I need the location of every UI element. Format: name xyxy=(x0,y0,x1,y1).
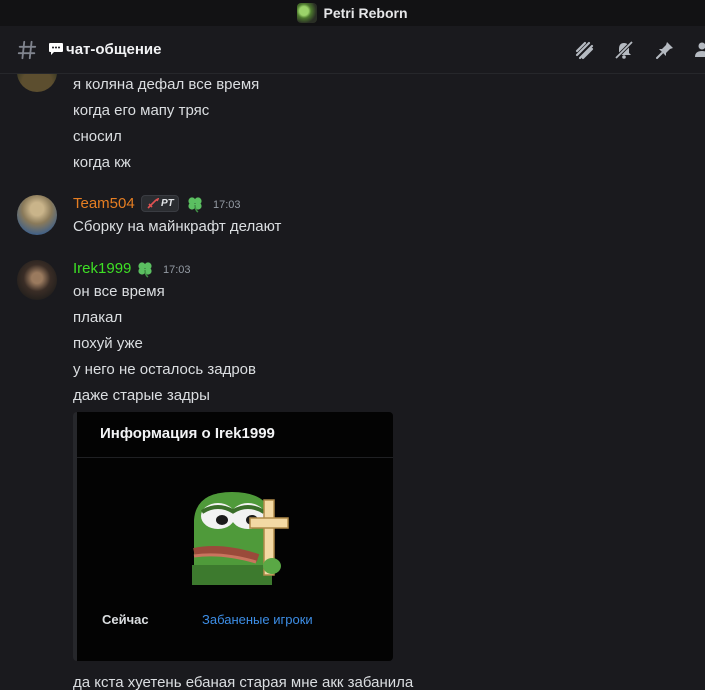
pin-icon[interactable] xyxy=(655,40,675,60)
message-line: у него не осталось задров xyxy=(73,361,256,378)
hash-icon xyxy=(17,40,37,60)
clover-icon xyxy=(188,197,202,213)
mute-bell-icon[interactable] xyxy=(614,40,634,60)
embed-title: Информация о Irek1999 xyxy=(100,425,275,442)
message-line: да кста хуетень ебаная старая мне акк за… xyxy=(73,674,414,690)
sword-icon xyxy=(147,197,159,209)
embed-field-banned-link[interactable]: Забаненые игроки xyxy=(202,612,313,627)
message-line: я коляна дефал все время xyxy=(73,76,260,93)
timestamp: 17:03 xyxy=(163,264,191,276)
author-name[interactable]: Irek1999 xyxy=(73,260,131,277)
embed-divider xyxy=(77,457,393,458)
message-line: даже старые задры xyxy=(73,387,210,404)
author-name[interactable]: Team504 xyxy=(73,195,135,212)
user-tag: PT xyxy=(141,195,179,212)
server-icon xyxy=(297,3,318,23)
avatar[interactable] xyxy=(17,260,57,300)
avatar[interactable] xyxy=(17,74,57,92)
message-line: плакал xyxy=(73,309,123,326)
speech-bubble-icon xyxy=(49,43,63,55)
timestamp: 17:03 xyxy=(213,199,241,211)
pepe-cross-emoji xyxy=(192,492,289,585)
message-line: когда кж xyxy=(73,154,131,171)
message-line: похуй уже xyxy=(73,335,143,352)
message-line: сносил xyxy=(73,128,122,145)
avatar[interactable] xyxy=(17,195,57,235)
message-list[interactable]: я коляна дефал все время когда его мапу … xyxy=(0,74,705,690)
title-bar: Petri Reborn xyxy=(0,0,705,26)
window-title: Petri Reborn xyxy=(323,5,408,21)
message-line: он все время xyxy=(73,283,165,300)
members-icon[interactable] xyxy=(694,40,705,60)
channel-header: чат-общение xyxy=(0,26,705,74)
channel-name: чат-общение xyxy=(66,41,162,58)
embed-card: Информация о Irek1999 Сейчас Забаненые и… xyxy=(73,412,393,661)
embed-field-now: Сейчас xyxy=(102,612,149,627)
clover-icon xyxy=(138,262,152,278)
message-line: когда его мапу тряс xyxy=(73,102,210,119)
message-line: Сборку на майнкрафт делают xyxy=(73,218,282,235)
threads-icon[interactable] xyxy=(574,40,594,60)
